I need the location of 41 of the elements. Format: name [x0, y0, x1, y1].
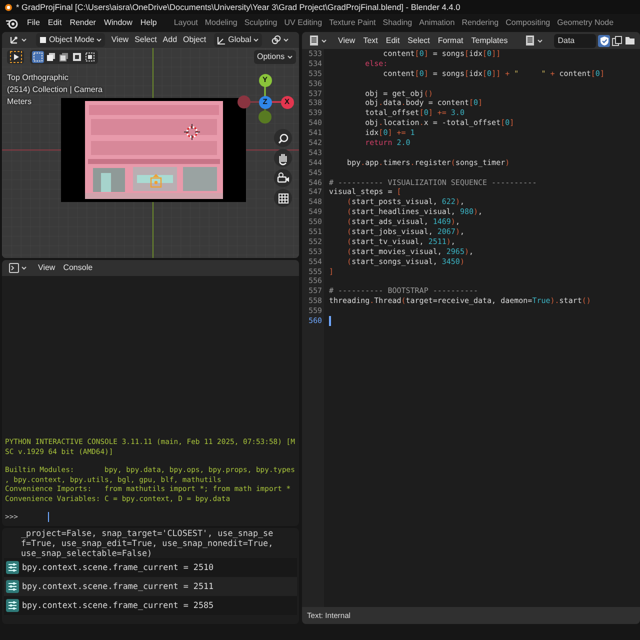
- text-name-field[interactable]: Data: [554, 34, 596, 48]
- menu-item[interactable]: Text: [363, 34, 378, 46]
- menu-item[interactable]: Console: [63, 262, 93, 274]
- report-text: bpy.context.scene.frame_current = 2511: [22, 580, 214, 593]
- menu-item[interactable]: Select: [408, 34, 430, 46]
- menu-item[interactable]: View: [38, 262, 56, 274]
- viewport-info-text: Top Orthographic: [7, 72, 68, 84]
- menu-item[interactable]: Add: [162, 34, 178, 46]
- menu-item[interactable]: Format: [438, 34, 464, 46]
- window-title: * GradProjFinal [C:\Users\aisra\OneDrive\Documents\University\Year 3\Grad Project\GradProjFinal.blend] - Blender 4.4.0: [16, 0, 460, 14]
- workspace-tab[interactable]: Sculpting: [241, 16, 280, 30]
- workspace-tab[interactable]: Rendering: [458, 16, 502, 30]
- report-text: _project=False, snap_target='CLOSEST', use_snap_se: [20, 528, 274, 538]
- report-text: f=True, use_snap_edit=True, use_snap_nonedit=True,: [20, 538, 274, 548]
- mode-dropdown[interactable]: Object Mode: [36, 33, 106, 47]
- report-text: bpy.context.scene.frame_current = 2510: [22, 561, 214, 574]
- workspace-tab[interactable]: Layout: [170, 16, 201, 30]
- workspace-tab[interactable]: Geometry Node: [554, 16, 617, 30]
- menu-item[interactable]: Templates: [471, 34, 508, 46]
- menu-item[interactable]: File: [27, 17, 40, 29]
- workspace-tab[interactable]: Texture Paint: [326, 16, 379, 30]
- workspace-tab[interactable]: Shading: [380, 16, 416, 30]
- menu-item[interactable]: Window: [104, 17, 132, 29]
- viewport-info-text: (2514) Collection | Camera: [7, 84, 102, 96]
- viewport-info-text: Meters: [7, 96, 32, 108]
- menu-item[interactable]: Edit: [386, 34, 400, 46]
- menu-item[interactable]: Render: [70, 17, 96, 29]
- workspace-tab[interactable]: Animation: [416, 16, 458, 30]
- workspace-tab[interactable]: Modeling: [202, 16, 240, 30]
- menu-item[interactable]: Select: [134, 34, 157, 46]
- report-text: use_snap_selectable=False): [20, 548, 154, 558]
- workspace-tab[interactable]: UV Editing: [281, 16, 326, 30]
- orientation-dropdown[interactable]: Global: [214, 33, 262, 47]
- menu-item[interactable]: Object: [183, 34, 206, 46]
- menu-item[interactable]: View: [111, 34, 129, 46]
- menu-item[interactable]: Help: [140, 17, 157, 29]
- report-text: bpy.context.scene.frame_current = 2585: [22, 599, 214, 612]
- options-dropdown[interactable]: Options: [254, 50, 296, 64]
- menu-item[interactable]: View: [338, 34, 356, 46]
- workspace-tab[interactable]: Compositing: [502, 16, 554, 30]
- menu-item[interactable]: Edit: [48, 17, 62, 29]
